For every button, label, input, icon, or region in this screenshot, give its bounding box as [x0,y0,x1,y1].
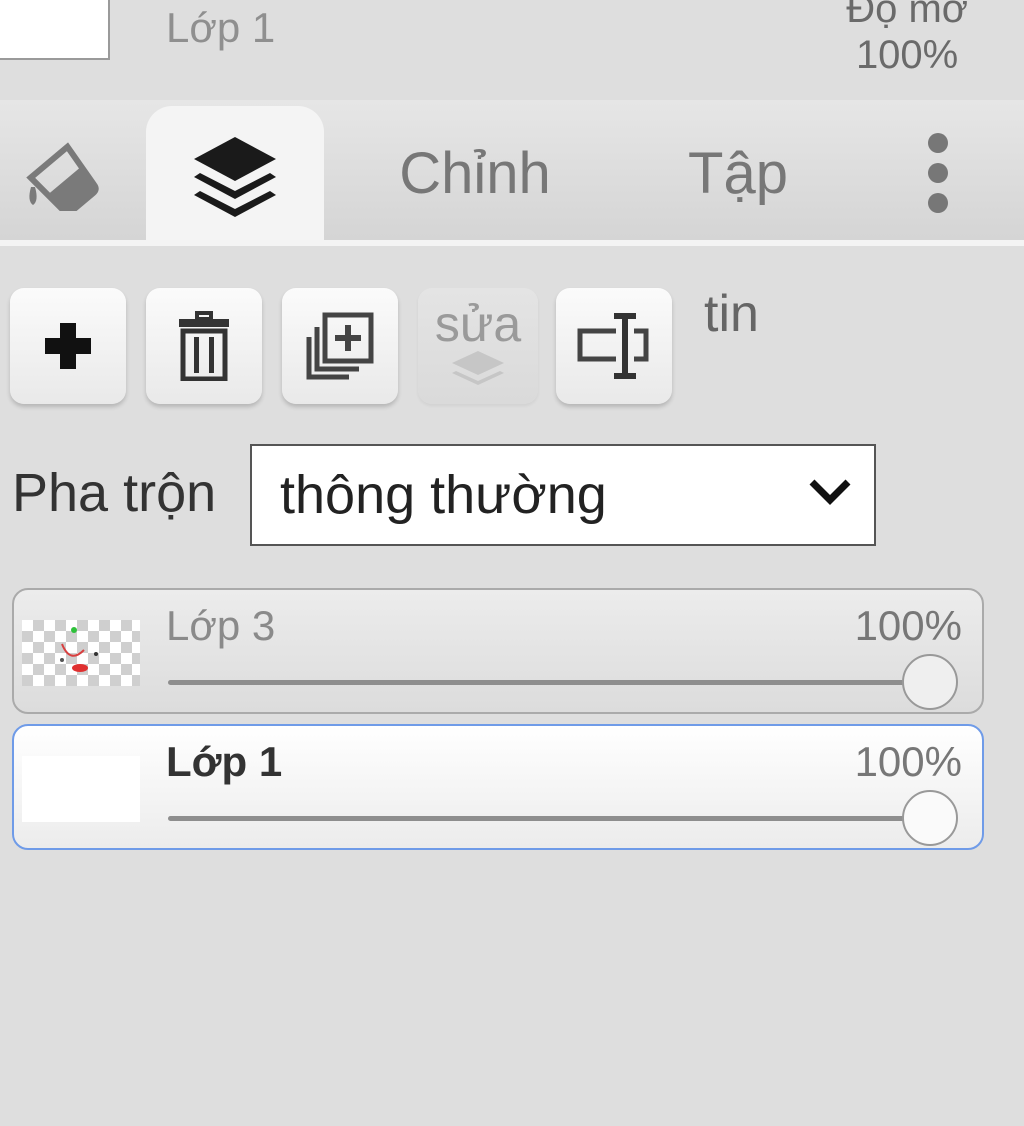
duplicate-icon [306,312,374,380]
layer-opacity-value: 100% [854,738,962,785]
opacity-label: Độ mờ [846,0,968,31]
blend-mode-label: Pha trộn [12,463,217,523]
plus-icon [45,323,91,369]
tab-more[interactable] [900,100,976,246]
layers-small-icon [452,351,504,385]
tab-layers[interactable] [146,106,324,246]
current-layer-name: Lớp 1 [166,4,276,51]
opacity-value: 100% [855,33,959,77]
paint-bucket-icon [26,142,99,211]
delete-layer-button[interactable] [146,288,262,404]
layer-opacity-slider[interactable] [168,680,938,685]
edit-layer-button[interactable]: sửa [418,288,538,404]
tab-set[interactable]: Tập [668,100,808,246]
chevron-down-icon [809,479,851,505]
layer-row[interactable]: Lớp 3 100% [12,588,984,714]
tab-fill[interactable] [0,100,130,246]
current-layer-opacity: Độ mờ 100% [846,0,968,78]
blend-mode-value: thông thường [280,465,607,525]
layers-icon [194,137,276,217]
duplicate-layer-button[interactable] [282,288,398,404]
edit-label: sửa [434,296,522,352]
layer-opacity-value: 100% [854,602,962,649]
tab-adjust[interactable]: Chỉnh [380,100,570,246]
layer-opacity-slider[interactable] [168,816,938,821]
layer-name: Lớp 3 [166,602,276,649]
trash-icon [179,311,229,381]
layer-thumbnail [22,620,140,686]
rename-icon [577,313,649,379]
layer-name: Lớp 1 [166,738,283,785]
layer-row-selected[interactable]: Lớp 1 100% [12,724,984,850]
layer-opacity-slider-thumb[interactable] [902,654,958,710]
current-layer-thumbnail [0,0,110,60]
layer-info-label[interactable]: tin [704,284,759,344]
rename-layer-button[interactable] [556,288,672,404]
more-vertical-icon [928,133,948,213]
blend-mode-select[interactable]: thông thường [250,444,876,546]
layer-thumbnail-art [60,627,98,672]
layer-opacity-slider-thumb[interactable] [902,790,958,846]
add-layer-button[interactable] [10,288,126,404]
layer-thumbnail [22,756,140,822]
